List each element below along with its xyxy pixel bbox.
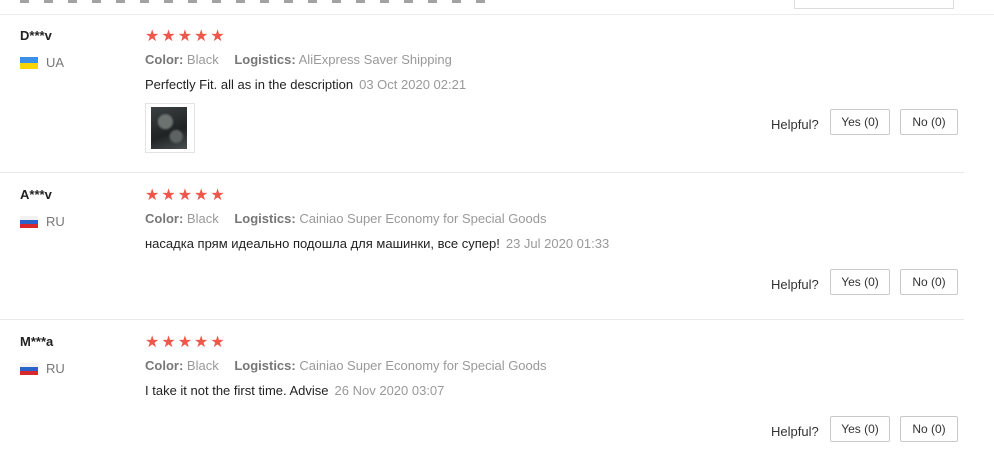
logistics-label: Logistics: [234, 358, 296, 373]
ru-flag-icon [20, 362, 38, 375]
country-code: RU [46, 214, 65, 229]
review-body: насадка прям идеально подошла для машинк… [145, 236, 500, 251]
review-meta: Color: Black Logistics: Cainiao Super Ec… [145, 358, 547, 373]
helpful-label: Helpful? [771, 277, 819, 292]
review-text: Perfectly Fit. all as in the description… [145, 77, 466, 92]
review-body: Perfectly Fit. all as in the description [145, 77, 354, 92]
helpful-label: Helpful? [771, 424, 819, 439]
reviewer-name: M***a [20, 334, 54, 349]
color-label: Color: [145, 358, 184, 373]
review-text: I take it not the first time. Advise 26 N… [145, 383, 444, 398]
color-label: Color: [145, 52, 184, 67]
reviewer-country: RU [20, 214, 65, 229]
color-label: Color: [145, 211, 184, 226]
helpful-no-button[interactable]: No (0) [900, 109, 958, 135]
logistics-value: AliExpress Saver Shipping [298, 52, 452, 67]
star-rating: ★★★★★ [145, 28, 227, 45]
reviewer-name: A***v [20, 187, 52, 202]
reviewer-name: D***v [20, 28, 52, 43]
sort-dropdown[interactable] [794, 0, 954, 9]
star-rating: ★★★★★ [145, 334, 227, 351]
color-value: Black [186, 358, 219, 373]
helpful-no-button[interactable]: No (0) [900, 416, 958, 442]
logistics-label: Logistics: [234, 52, 296, 67]
review-item: M***a RU ★★★★★ Color: Black Logistics: C… [0, 320, 964, 450]
helpful-label: Helpful? [771, 117, 819, 132]
ru-flag-icon [20, 215, 38, 228]
top-filter-bar [0, 0, 994, 15]
review-body: I take it not the first time. Advise [145, 383, 329, 398]
review-photo-thumbnail[interactable] [145, 103, 195, 153]
country-code: RU [46, 361, 65, 376]
review-item: A***v RU ★★★★★ Color: Black Logistics: C… [0, 173, 964, 320]
review-photo-image [151, 107, 187, 149]
helpful-yes-button[interactable]: Yes (0) [830, 269, 890, 295]
color-value: Black [186, 211, 219, 226]
review-item: D***v UA ★★★★★ Color: Black Logistics: A… [0, 14, 964, 173]
color-value: Black [186, 52, 219, 67]
logistics-value: Cainiao Super Economy for Special Goods [299, 211, 547, 226]
ua-flag-icon [20, 56, 38, 69]
review-text: насадка прям идеально подошла для машинк… [145, 236, 609, 251]
filter-options-cropped [20, 0, 490, 3]
reviewer-country: UA [20, 55, 64, 70]
reviewer-country: RU [20, 361, 65, 376]
review-date: 23 Jul 2020 01:33 [505, 236, 610, 251]
review-meta: Color: Black Logistics: AliExpress Saver… [145, 52, 452, 67]
helpful-yes-button[interactable]: Yes (0) [830, 416, 890, 442]
logistics-label: Logistics: [234, 211, 296, 226]
logistics-value: Cainiao Super Economy for Special Goods [299, 358, 547, 373]
review-meta: Color: Black Logistics: Cainiao Super Ec… [145, 211, 547, 226]
review-date: 26 Nov 2020 03:07 [334, 383, 445, 398]
star-rating: ★★★★★ [145, 187, 227, 204]
helpful-no-button[interactable]: No (0) [900, 269, 958, 295]
helpful-yes-button[interactable]: Yes (0) [830, 109, 890, 135]
review-date: 03 Oct 2020 02:21 [359, 77, 467, 92]
country-code: UA [46, 55, 65, 70]
